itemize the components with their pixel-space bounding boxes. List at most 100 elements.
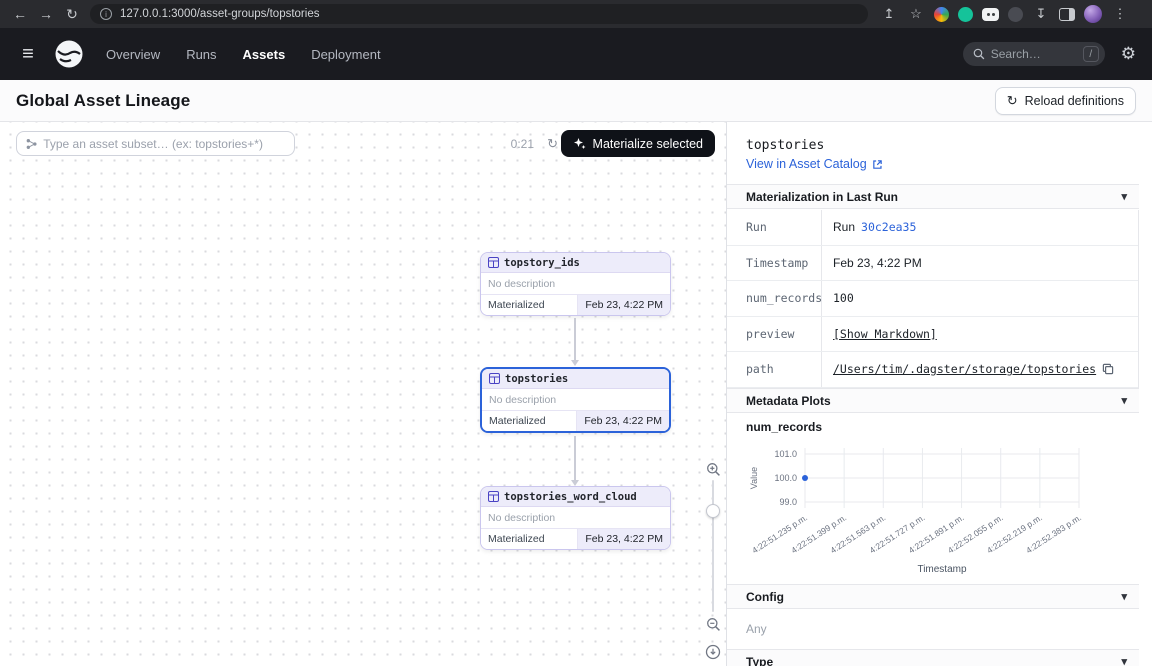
nav-item-overview[interactable]: Overview [106,47,160,62]
chevron-down-icon: ▾ [1121,394,1127,407]
sidebar-toggle-icon[interactable] [1059,8,1075,21]
nav-item-runs[interactable]: Runs [186,47,216,62]
asset-status-row: Materialized Feb 23, 4:22 PM [481,528,670,549]
sparkle-icon [573,137,586,150]
dagster-logo[interactable] [54,39,84,69]
zoom-slider-track[interactable] [712,480,714,612]
asset-status-row: Materialized Feb 23, 4:22 PM [481,294,670,315]
section-label: Type [746,655,773,666]
asset-description: No description [481,273,670,294]
bookmark-star-icon[interactable]: ☆ [907,0,925,28]
asset-node-header: topstories_word_cloud [481,487,670,507]
zoom-in-icon[interactable] [706,462,721,482]
view-in-asset-catalog-link[interactable]: View in Asset Catalog [746,157,883,171]
share-icon[interactable]: ↥ [880,0,898,28]
app-header: ≡ Overview Runs Assets Deployment / ⚙ [0,28,1152,80]
url-bar[interactable]: i 127.0.0.1:3000/asset-groups/topstories [90,4,868,24]
table-row-path: path /Users/tim/.dagster/storage/topstor… [727,352,1138,388]
asset-status-row: Materialized Feb 23, 4:22 PM [482,410,669,431]
materialized-time: Feb 23, 4:22 PM [576,411,669,431]
reload-definitions-label: Reload definitions [1025,94,1124,108]
asset-subset-input[interactable] [43,137,285,151]
materialized-status: Materialized [481,295,577,315]
materialized-status: Materialized [481,529,577,549]
chevron-down-icon: ▾ [1121,655,1127,666]
chevron-down-icon: ▾ [1121,590,1127,603]
lineage-graph-panel[interactable]: 0:21 ↻ Materialize selected topstory_ [0,122,727,666]
row-key: num_records [727,281,822,316]
row-key: Run [727,210,822,245]
main-content: 0:21 ↻ Materialize selected topstory_ [0,122,1152,666]
section-metadata-plots[interactable]: Metadata Plots ▾ [727,388,1139,413]
settings-gear-icon[interactable]: ⚙ [1121,44,1136,64]
extension-icon-3[interactable] [982,8,999,21]
search-shortcut-badge: / [1083,46,1099,62]
materialization-table: Run Run 30c2ea35 Timestamp Feb 23, 4:22 … [727,210,1139,388]
section-label: Metadata Plots [746,394,831,408]
show-markdown-link[interactable]: [Show Markdown] [833,327,937,341]
asset-node-topstories-word-cloud[interactable]: topstories_word_cloud No description Mat… [480,486,671,550]
section-materialization-last-run[interactable]: Materialization in Last Run ▾ [727,184,1139,209]
site-info-icon[interactable]: i [100,8,112,20]
hamburger-menu-icon[interactable]: ≡ [16,43,40,66]
reload-definitions-button[interactable]: ↻ Reload definitions [995,87,1136,115]
materialize-selected-button[interactable]: Materialize selected [561,130,715,157]
row-value: Feb 23, 4:22 PM [822,246,1138,281]
table-icon [488,257,499,268]
asset-description: No description [482,389,669,410]
path-link[interactable]: /Users/tim/.dagster/storage/topstories [833,362,1096,376]
reload-icon[interactable]: ↻ [60,0,84,28]
extension-icon-2[interactable] [958,7,973,22]
browser-actions: ↥ ☆ ↧ ⋮ [880,0,1129,28]
lineage-edge [574,436,576,480]
metadata-plot: 99.0100.0101.04:22:51.235 p.m.4:22:51.39… [739,436,1141,578]
materialized-time: Feb 23, 4:22 PM [577,295,670,315]
table-row-num-records: num_records 100 [727,281,1138,317]
forward-icon[interactable]: → [34,0,58,28]
asset-node-header: topstory_ids [481,253,670,273]
row-value: /Users/tim/.dagster/storage/topstories [822,352,1138,387]
asset-name: topstory_ids [504,257,580,269]
zoom-slider-handle[interactable] [706,504,720,518]
extension-icon-4[interactable] [1008,7,1023,22]
global-search[interactable]: / [963,42,1105,66]
table-row-run: Run Run 30c2ea35 [727,210,1138,246]
search-input[interactable] [991,47,1073,61]
zoom-out-icon[interactable] [706,617,721,637]
chevron-down-icon: ▾ [1121,190,1127,203]
section-type[interactable]: Type ▾ [727,649,1139,666]
timer-refresh-icon[interactable]: ↻ [547,136,558,152]
extension-icon-1[interactable] [934,7,949,22]
copy-icon[interactable] [1102,363,1114,375]
asset-node-topstory-ids[interactable]: topstory_ids No description Materialized… [480,252,671,316]
nav-item-assets[interactable]: Assets [243,47,286,62]
svg-text:100.0: 100.0 [774,473,797,483]
run-id-link[interactable]: 30c2ea35 [861,220,916,234]
dagster-logo-icon [54,39,84,69]
plot-title: num_records [746,420,822,434]
asset-filter-box[interactable] [16,131,295,156]
row-key: Timestamp [727,246,822,281]
back-icon[interactable]: ← [8,0,32,28]
external-link-icon [872,159,883,170]
menu-dots-icon[interactable]: ⋮ [1111,0,1129,28]
row-key: preview [727,317,822,352]
asset-node-topstories[interactable]: topstories No description Materialized F… [480,367,671,433]
metadata-plot-svg: 99.0100.0101.04:22:51.235 p.m.4:22:51.39… [739,436,1141,578]
nav-item-deployment[interactable]: Deployment [311,47,380,62]
svg-text:Value: Value [749,467,759,489]
materialized-status: Materialized [482,411,576,431]
asset-node-header: topstories [482,369,669,389]
timestamp-value: Feb 23, 4:22 PM [833,256,922,270]
recenter-icon[interactable] [705,644,721,665]
section-label: Config [746,590,784,604]
materialize-timer: 0:21 [511,137,534,151]
row-value: [Show Markdown] [822,317,1138,352]
page-header: Global Asset Lineage ↻ Reload definition… [0,80,1152,122]
section-config[interactable]: Config ▾ [727,584,1139,609]
main-nav: Overview Runs Assets Deployment [106,47,381,62]
download-icon[interactable]: ↧ [1032,0,1050,28]
materialize-selected-label: Materialize selected [593,137,703,151]
profile-avatar[interactable] [1084,5,1102,23]
row-key: path [727,352,822,387]
